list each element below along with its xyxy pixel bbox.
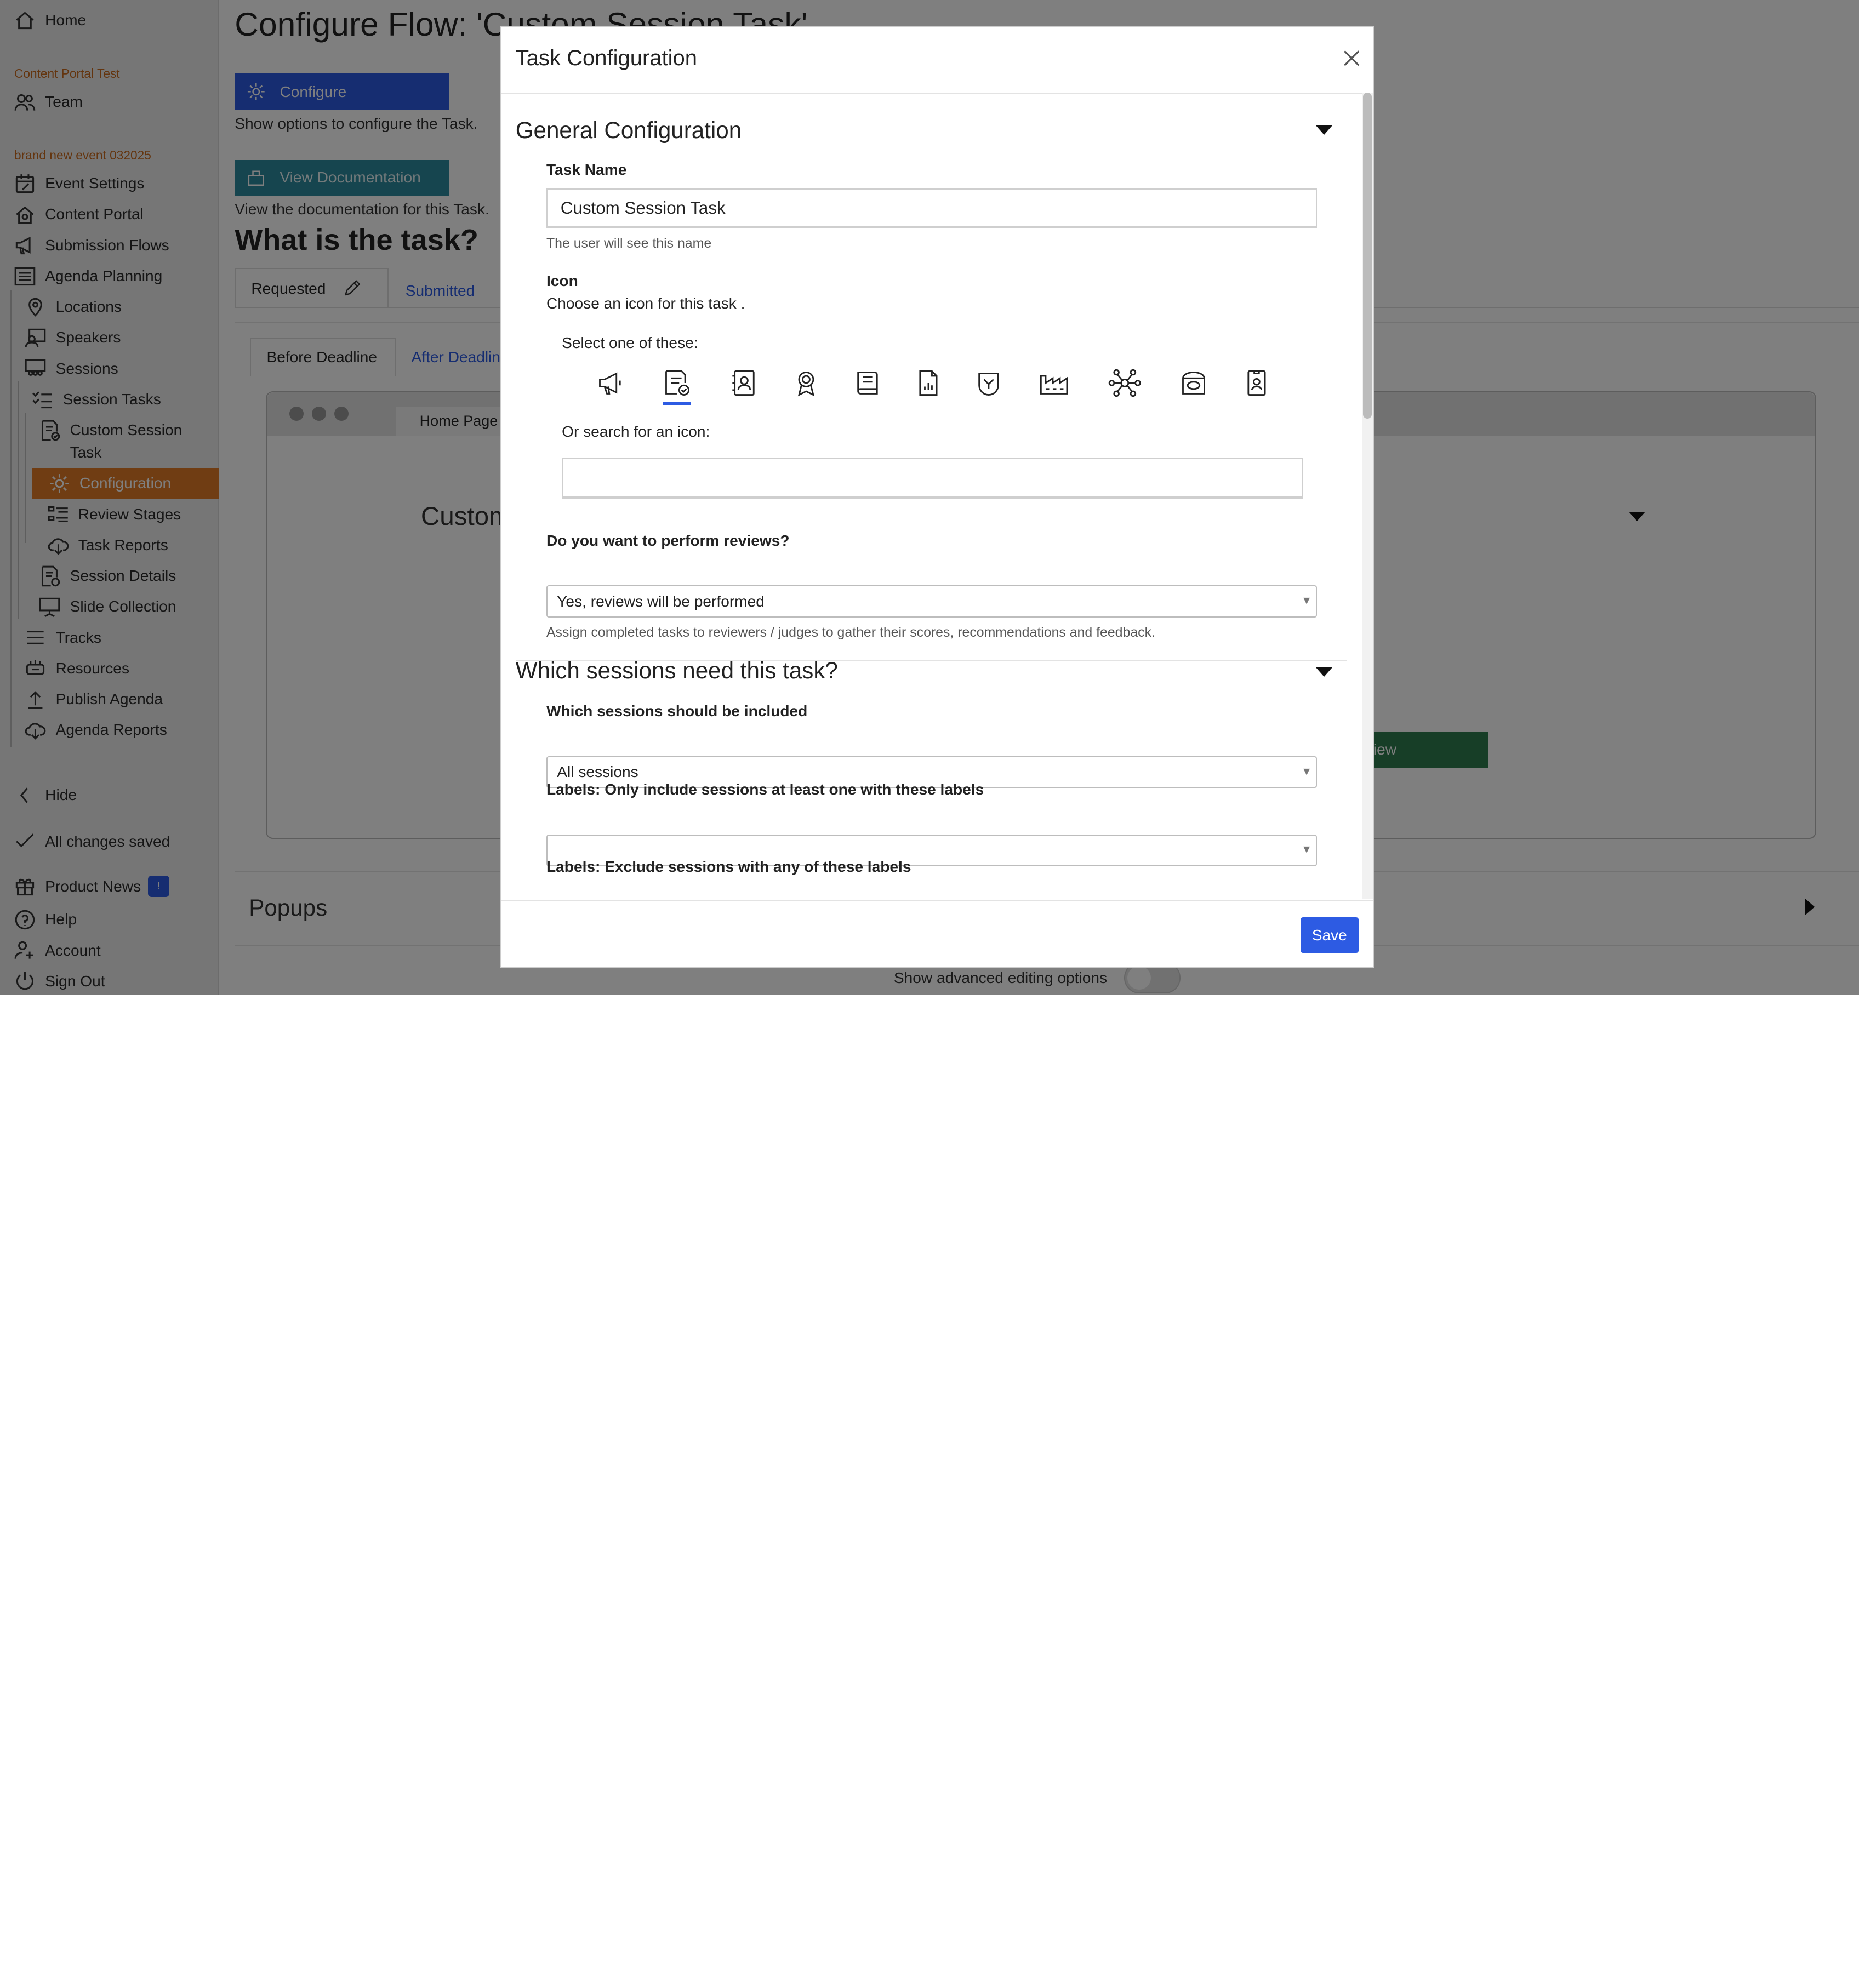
reviews-value: Yes, reviews will be performed [557, 592, 765, 610]
contact-card-icon[interactable] [730, 369, 759, 397]
labels-exclude-label: Labels: Exclude sessions with any of the… [546, 858, 911, 875]
collapse-general-icon[interactable] [1315, 125, 1332, 135]
reviews-select[interactable]: Yes, reviews will be performed [546, 585, 1317, 618]
task-name-value: Custom Session Task [560, 198, 726, 218]
cake-icon[interactable] [1179, 369, 1208, 397]
selected-icon-underline [662, 402, 691, 405]
network-icon[interactable] [1108, 369, 1142, 397]
logo-badge-icon[interactable] [974, 369, 1003, 397]
icon-search-input[interactable] [562, 457, 1303, 499]
file-chart-icon[interactable] [914, 369, 943, 397]
select-one-label: Select one of these: [562, 334, 698, 351]
task-check-icon[interactable] [663, 369, 691, 397]
factory-icon[interactable] [1039, 369, 1069, 397]
footer-divider [501, 899, 1373, 901]
award-icon[interactable] [792, 369, 820, 397]
included-sessions-label: Which sessions should be included [546, 702, 808, 720]
labels-include-label: Labels: Only include sessions at least o… [546, 781, 984, 798]
modal-body: General Configuration Task Name Custom S… [501, 94, 1375, 900]
search-icon-label: Or search for an icon: [562, 423, 710, 441]
modal-title: Task Configuration [515, 46, 698, 71]
task-name-help: The user will see this name [546, 236, 712, 252]
reviews-label: Do you want to perform reviews? [546, 532, 790, 549]
modal-scrollbar-thumb[interactable] [1363, 92, 1372, 419]
book-icon[interactable] [853, 369, 882, 397]
task-configuration-modal: Task Configuration General Configuration… [500, 26, 1374, 969]
id-badge-icon[interactable] [1242, 369, 1271, 397]
megaphone-icon[interactable] [596, 369, 625, 397]
close-icon[interactable] [1342, 49, 1361, 68]
reviews-help: Assign completed tasks to reviewers / ju… [546, 624, 1155, 640]
general-config-title: General Configuration [515, 117, 742, 143]
collapse-sessions-icon[interactable] [1315, 667, 1332, 677]
icon-label: Icon [546, 272, 578, 290]
included-sessions-value: All sessions [557, 763, 638, 780]
task-name-input[interactable]: Custom Session Task [546, 188, 1317, 229]
save-button[interactable]: Save [1300, 917, 1359, 953]
task-name-label: Task Name [546, 161, 627, 178]
icon-description: Choose an icon for this task . [546, 295, 745, 312]
sessions-section-title: Which sessions need this task? [515, 658, 838, 684]
